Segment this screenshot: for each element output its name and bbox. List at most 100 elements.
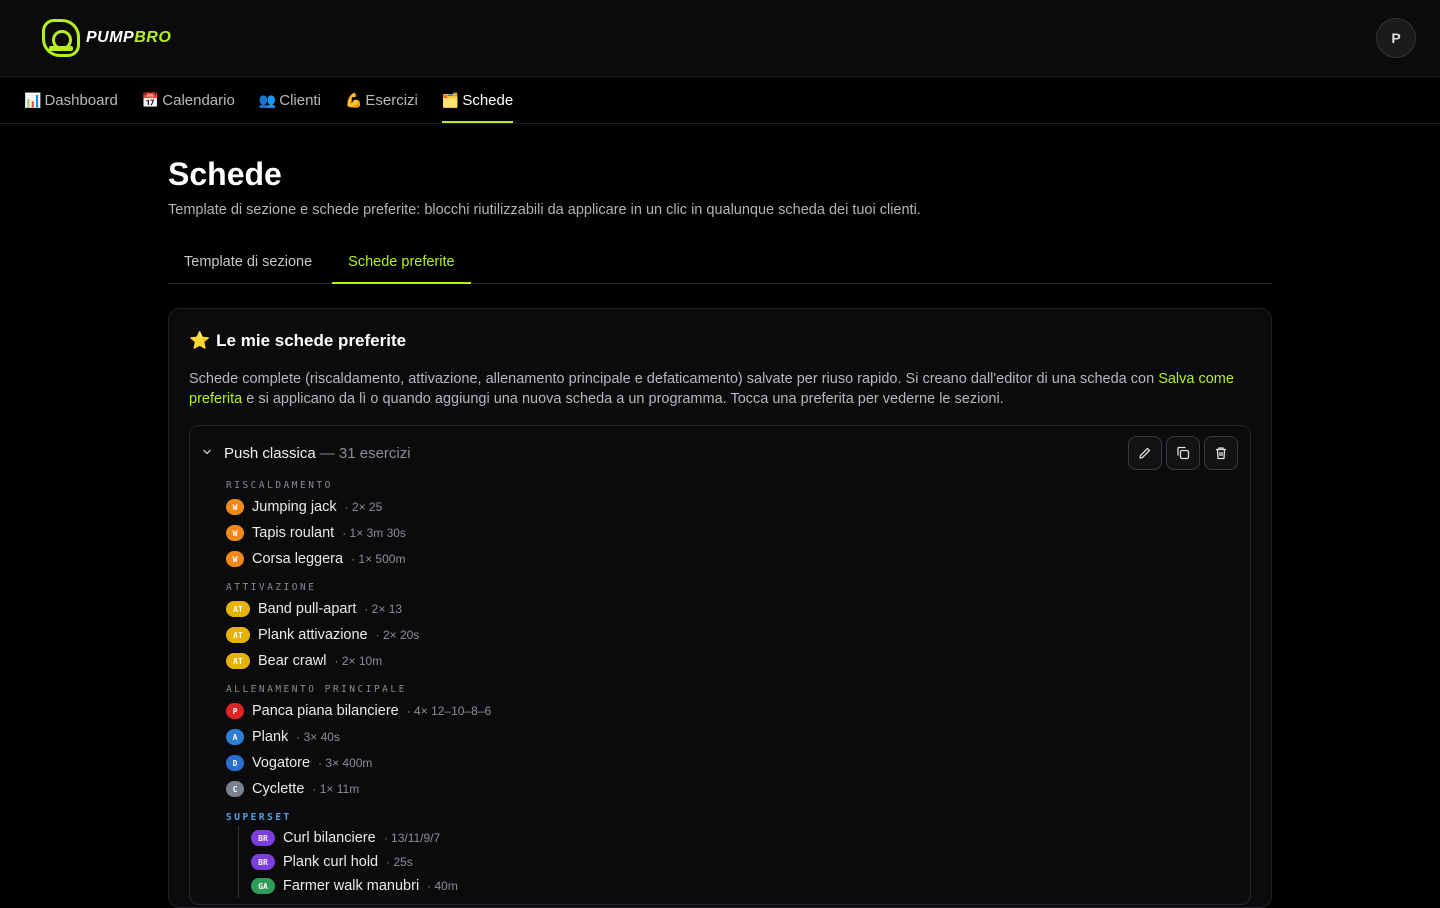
logo-icon: [42, 19, 80, 57]
exercise-meta: · 1× 11m: [312, 782, 360, 796]
nav-item-schede[interactable]: 🗂️ Schede: [441, 77, 514, 123]
exercise-badge: A: [226, 729, 244, 745]
card-name: Push classica: [224, 444, 316, 462]
exercise-row: BR Plank curl hold · 25s: [251, 850, 1238, 874]
exercise-meta: · 2× 25: [344, 500, 383, 514]
nav-label: Calendario: [162, 91, 235, 109]
card-header[interactable]: Push classica — 31 esercizi: [202, 436, 1238, 470]
exercise-name: Panca piana bilanciere: [252, 703, 399, 719]
exercise-badge: C: [226, 781, 244, 797]
tab-bar: Template di sezione Schede preferite: [168, 246, 1272, 284]
exercise-badge: AT: [226, 653, 250, 669]
pencil-icon: [1139, 447, 1151, 459]
exercise-badge: GA: [251, 878, 275, 894]
panel-title-text: Le mie schede preferite: [216, 331, 407, 350]
exercise-row: W Jumping jack · 2× 25: [226, 494, 1238, 520]
exercise-meta: · 1× 3m 30s: [342, 526, 406, 540]
exercise-row: BR Curl bilanciere · 13/11/9/7: [251, 826, 1238, 850]
exercise-row: D Vogatore · 3× 400m: [226, 750, 1238, 776]
exercise-name: Plank: [252, 729, 289, 745]
favorite-card[interactable]: Push classica — 31 esercizi RISCALDAMENT…: [189, 425, 1251, 905]
exercise-badge: W: [226, 499, 244, 515]
exercise-meta: · 3× 400m: [318, 756, 373, 770]
exercise-row: GA Farmer walk manubri · 40m: [251, 874, 1238, 898]
copy-icon: [1177, 446, 1190, 460]
exercise-name: Bear crawl: [258, 653, 327, 669]
nav-label: Clienti: [279, 91, 321, 109]
exercise-name: Corsa leggera: [252, 551, 344, 567]
trash-icon: [1216, 447, 1226, 460]
exercise-meta: · 4× 12–10–8–6: [406, 704, 492, 718]
brand-logo[interactable]: PUMPBRO: [42, 19, 171, 57]
exercise-meta: · 1× 500m: [351, 552, 406, 566]
superset-label: SUPERSET: [226, 812, 292, 823]
nav-item-clienti[interactable]: 👥 Clienti: [259, 77, 321, 123]
exercise-row: AT Bear crawl · 2× 10m: [226, 648, 1238, 674]
page-subtitle: Template di sezione e schede preferite: …: [168, 202, 921, 218]
panel-title: ⭐ Le mie schede preferite: [189, 331, 1251, 351]
nav-label: Dashboard: [44, 91, 118, 109]
nav-label: Schede: [462, 91, 514, 109]
chevron-down-icon[interactable]: [202, 446, 224, 460]
exercise-name: Plank attivazione: [258, 627, 368, 643]
exercise-meta: · 2× 10m: [334, 654, 383, 668]
exercise-row: W Tapis roulant · 1× 3m 30s: [226, 520, 1238, 546]
exercise-badge: AT: [226, 627, 250, 643]
exercise-row: P Panca piana bilanciere · 4× 12–10–8–6: [226, 698, 1238, 724]
nav-item-calendario[interactable]: 📅 Calendario: [142, 77, 235, 123]
calendar-icon: 📅: [141, 91, 160, 108]
exercise-meta: · 2× 20s: [375, 628, 420, 642]
exercise-meta: · 2× 13: [364, 602, 403, 616]
exercise-name: Farmer walk manubri: [283, 878, 420, 894]
exercise-row: C Cyclette · 1× 11m: [226, 776, 1238, 802]
exercise-meta: · 3× 40s: [296, 730, 340, 744]
section-label: ATTIVAZIONE: [226, 582, 317, 593]
superset-group: BR Curl bilanciere · 13/11/9/7 BR Plank …: [238, 826, 1238, 898]
duplicate-button[interactable]: [1166, 436, 1200, 470]
exercise-meta: · 25s: [386, 855, 413, 869]
favorites-panel: ⭐ Le mie schede preferite Schede complet…: [168, 308, 1272, 908]
exercise-name: Cyclette: [252, 781, 305, 797]
nav-label: Esercizi: [365, 91, 418, 109]
exercise-row: AT Band pull-apart · 2× 13: [226, 596, 1238, 622]
nav-item-esercizi[interactable]: 💪 Esercizi: [345, 77, 418, 123]
tab-template-sezione[interactable]: Template di sezione: [168, 246, 328, 283]
exercise-badge: W: [226, 525, 244, 541]
delete-button[interactable]: [1204, 436, 1238, 470]
exercise-badge: BR: [251, 830, 275, 846]
exercise-badge: W: [226, 551, 244, 567]
section-label: RISCALDAMENTO: [226, 480, 333, 491]
exercise-name: Tapis roulant: [252, 525, 335, 541]
user-avatar[interactable]: P: [1376, 18, 1416, 58]
exercise-meta: · 40m: [427, 879, 458, 893]
main-nav: 📊 Dashboard 📅 Calendario 👥 Clienti 💪 Ese…: [0, 77, 1440, 124]
exercise-row: W Corsa leggera · 1× 500m: [226, 546, 1238, 572]
people-icon: 👥: [258, 91, 277, 108]
exercise-row: AT Plank attivazione · 2× 20s: [226, 622, 1238, 648]
card-actions: [1128, 436, 1238, 470]
main-content: Schede Template di sezione e schede pref…: [168, 124, 1272, 908]
tab-schede-preferite[interactable]: Schede preferite: [332, 246, 471, 284]
exercise-badge: D: [226, 755, 244, 771]
exercise-meta: · 13/11/9/7: [383, 831, 441, 845]
chart-icon: 📊: [24, 91, 42, 108]
top-bar: PUMPBRO P: [0, 0, 1440, 77]
card-count: — 31 esercizi: [319, 444, 411, 462]
panel-description: Schede complete (riscaldamento, attivazi…: [189, 371, 1234, 407]
exercise-badge: P: [226, 703, 244, 719]
edit-button[interactable]: [1128, 436, 1162, 470]
exercise-name: Curl bilanciere: [283, 830, 376, 846]
exercise-name: Band pull-apart: [258, 601, 357, 617]
folder-icon: 🗂️: [441, 91, 460, 108]
exercise-name: Jumping jack: [252, 499, 337, 515]
page-title: Schede: [168, 156, 282, 192]
star-icon: ⭐: [189, 331, 211, 350]
exercise-name: Vogatore: [252, 755, 311, 771]
exercise-badge: BR: [251, 854, 275, 870]
nav-item-dashboard[interactable]: 📊 Dashboard: [24, 77, 118, 123]
muscle-icon: 💪: [344, 91, 363, 108]
brand-name: PUMPBRO: [86, 29, 172, 46]
section-label: ALLENAMENTO PRINCIPALE: [226, 684, 407, 695]
exercise-badge: AT: [226, 601, 250, 617]
exercise-name: Plank curl hold: [283, 854, 379, 870]
